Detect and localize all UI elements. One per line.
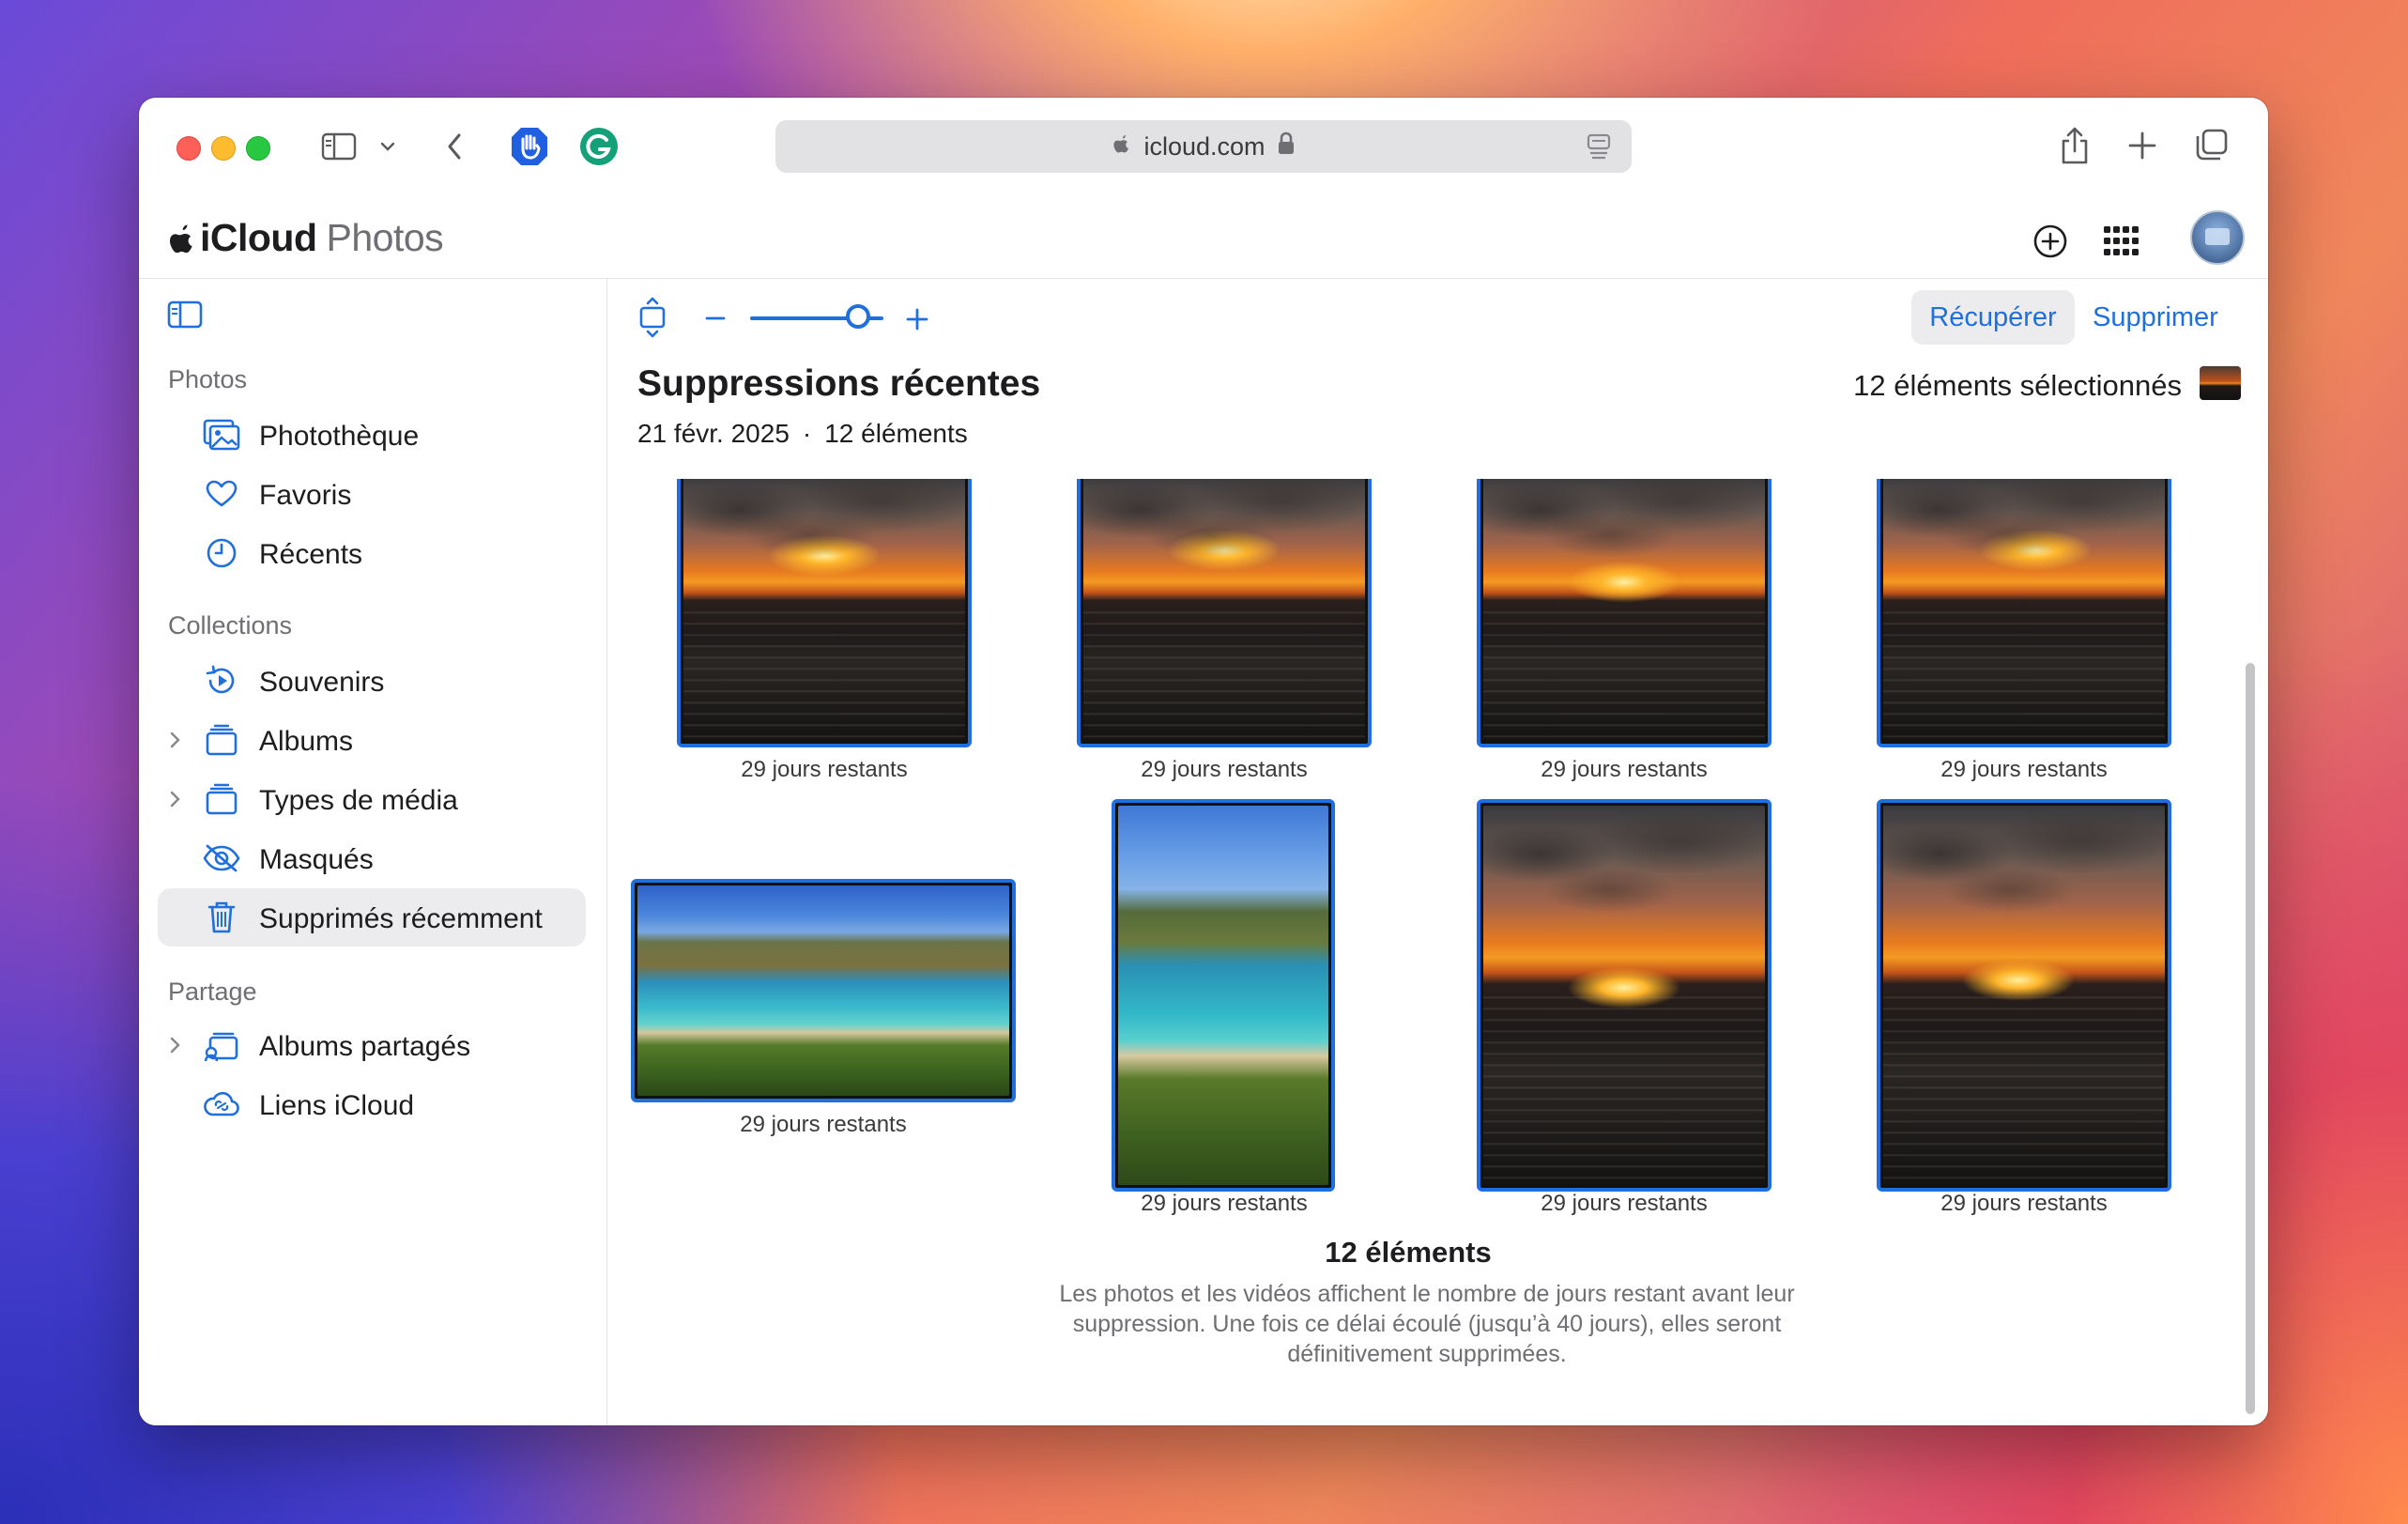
photo-tile[interactable]	[1477, 799, 1771, 1192]
account-avatar[interactable]	[2190, 210, 2245, 265]
selection-thumbnail	[2200, 366, 2241, 400]
hidden-eye-icon	[203, 841, 240, 875]
photo-caption: 29 jours restants	[741, 757, 908, 782]
sidebar-item-recents[interactable]: Récents	[158, 524, 586, 582]
separator-dot: ·	[802, 419, 812, 448]
sidebar-item-label: Types de média	[259, 785, 458, 816]
reader-mode-icon[interactable]	[1587, 133, 1611, 166]
sidebar-item-label: Supprimés récemment	[259, 903, 543, 934]
photo-caption: 29 jours restants	[1141, 1191, 1308, 1216]
sidebar-item-icloud-links[interactable]: Liens iCloud	[158, 1075, 586, 1133]
new-tab-plus-icon[interactable]	[2126, 130, 2158, 162]
minimize-window-button[interactable]	[211, 136, 236, 161]
photo-tile[interactable]	[1112, 799, 1335, 1192]
zoom-slider-thumb[interactable]	[846, 304, 870, 329]
sidebar-item-library[interactable]: Photothèque	[158, 406, 586, 464]
sidebar-collapse-icon[interactable]	[167, 300, 203, 334]
sidebar-item-label: Photothèque	[259, 421, 420, 452]
subtitle: 21 févr. 2025 · 12 éléments	[637, 419, 968, 449]
page-title-text: Suppressions récentes	[637, 363, 1041, 404]
recover-button[interactable]: Récupérer	[1911, 290, 2075, 345]
sidebar-item-memories[interactable]: Souvenirs	[158, 652, 586, 710]
photo-caption: 29 jours restants	[1141, 757, 1308, 782]
browser-toolbar: icloud.com	[139, 98, 2268, 195]
footer-count: 12 éléments	[1325, 1236, 1492, 1269]
media-types-icon	[203, 782, 240, 816]
adblock-extension-icon[interactable]	[509, 125, 550, 168]
scrollbar-thumb[interactable]	[2246, 663, 2255, 1414]
close-window-button[interactable]	[176, 136, 201, 161]
brand-icloud: iCloud	[200, 216, 317, 259]
heart-icon	[203, 477, 240, 511]
icloud-link-icon	[203, 1087, 240, 1121]
photo-grid: 29 jours restants 29 jours restants 29 j…	[608, 479, 2225, 1230]
albums-icon	[203, 723, 240, 757]
aspect-toggle-icon[interactable]	[636, 296, 669, 339]
photo-caption: 29 jours restants	[1940, 757, 2108, 782]
chevron-right-icon[interactable]	[167, 729, 184, 751]
sidebar: Photos Photothèque Favoris Récents Colle…	[139, 279, 607, 1425]
sidebar-item-favorites[interactable]: Favoris	[158, 465, 586, 523]
share-icon[interactable]	[2056, 124, 2094, 167]
photo-caption: 29 jours restants	[740, 1112, 907, 1137]
photo-library-icon	[203, 418, 240, 452]
clock-icon	[203, 536, 240, 570]
photo-tile[interactable]	[631, 879, 1016, 1102]
photo-tile[interactable]	[1077, 479, 1372, 747]
item-count: 12 éléments	[824, 419, 968, 448]
memories-icon	[203, 664, 240, 698]
trash-icon	[203, 901, 240, 934]
url-text: icloud.com	[1143, 131, 1265, 161]
selection-count: 12 éléments sélectionnés	[1853, 369, 2182, 402]
date-label: 21 févr. 2025	[637, 419, 790, 448]
sidebar-item-media-types[interactable]: Types de média	[158, 770, 586, 828]
address-bar[interactable]: icloud.com	[775, 120, 1632, 173]
apple-logo-icon	[168, 222, 196, 255]
back-icon[interactable]	[441, 128, 468, 165]
chevron-down-icon[interactable]	[377, 135, 398, 158]
zoom-in-icon[interactable]	[903, 305, 931, 333]
sidebar-item-label: Récents	[259, 539, 363, 570]
scrollbar[interactable]	[2246, 479, 2255, 1422]
footer-description: Les photos et les vidéos affichent le no…	[1059, 1281, 1795, 1367]
maximize-window-button[interactable]	[246, 136, 270, 161]
grammarly-extension-icon[interactable]	[578, 126, 620, 167]
sidebar-item-label: Albums partagés	[259, 1031, 471, 1062]
chevron-right-icon[interactable]	[167, 1034, 184, 1056]
apple-logo-icon	[1112, 131, 1132, 162]
app-header: iCloud Photos	[139, 195, 2268, 279]
sidebar-section-photos: Photos	[168, 365, 248, 393]
brand-photos: Photos	[326, 216, 444, 259]
zoom-out-icon[interactable]	[701, 305, 729, 331]
sidebar-item-label: Masqués	[259, 844, 374, 875]
chevron-right-icon[interactable]	[167, 788, 184, 810]
sidebar-section-collections: Collections	[168, 611, 293, 639]
shared-albums-icon	[203, 1028, 240, 1062]
add-icon[interactable]	[2031, 222, 2070, 261]
sidebar-item-label: Liens iCloud	[259, 1090, 415, 1121]
sidebar-toggle-icon[interactable]	[320, 130, 358, 163]
photo-caption: 29 jours restants	[1541, 1191, 1708, 1216]
photo-caption: 29 jours restants	[1940, 1191, 2108, 1216]
sidebar-item-recently-deleted[interactable]: Supprimés récemment	[158, 888, 586, 947]
app-launcher-grid-icon[interactable]	[2101, 222, 2142, 261]
sidebar-item-hidden[interactable]: Masqués	[158, 829, 586, 887]
sidebar-item-albums[interactable]: Albums	[158, 711, 586, 769]
photo-tile[interactable]	[1877, 799, 2171, 1192]
photo-tile[interactable]	[1477, 479, 1771, 747]
photo-caption: 29 jours restants	[1541, 757, 1708, 782]
tabs-overview-icon[interactable]	[2193, 126, 2231, 163]
sidebar-section-sharing: Partage	[168, 978, 257, 1006]
app-brand[interactable]: iCloud Photos	[168, 216, 444, 260]
delete-button[interactable]: Supprimer	[2093, 290, 2218, 345]
sidebar-item-label: Albums	[259, 726, 354, 757]
sidebar-item-label: Souvenirs	[259, 667, 385, 698]
sidebar-item-label: Favoris	[259, 480, 352, 511]
sidebar-item-shared-albums[interactable]: Albums partagés	[158, 1016, 586, 1074]
photo-tile[interactable]	[1877, 479, 2171, 747]
photo-tile[interactable]	[677, 479, 972, 747]
lock-icon	[1277, 131, 1296, 162]
